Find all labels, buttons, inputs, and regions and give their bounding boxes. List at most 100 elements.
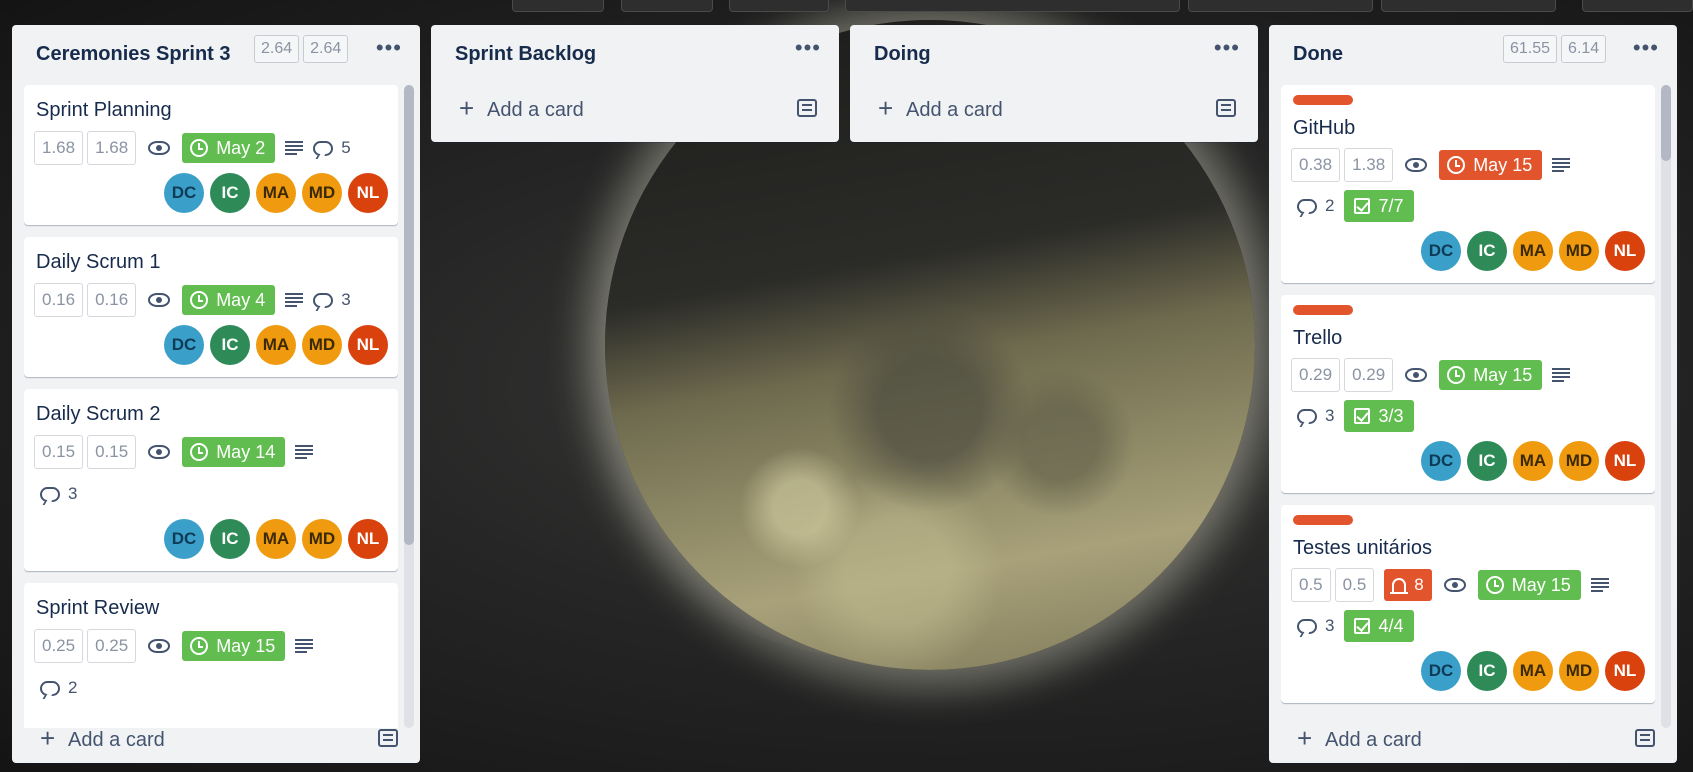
card-template-icon[interactable] xyxy=(378,729,398,747)
card-points: 1.68 1.68 xyxy=(34,131,137,165)
checklist-icon xyxy=(1354,618,1371,634)
due-date: May 14 xyxy=(216,441,276,462)
avatar[interactable]: MA xyxy=(1513,651,1553,691)
watch-icon xyxy=(148,639,171,653)
due-date-badge[interactable]: May 15 xyxy=(1477,570,1581,600)
avatar[interactable]: DC xyxy=(1421,651,1461,691)
comment-count: 2 xyxy=(1325,196,1335,215)
points-badge: 1.68 xyxy=(34,131,84,165)
avatar[interactable]: IC xyxy=(210,325,250,365)
card-badges: 0.38 1.38 May 15 2 7/7 xyxy=(1291,148,1615,222)
avatar[interactable]: DC xyxy=(1421,231,1461,271)
avatar[interactable]: DC xyxy=(164,173,204,213)
avatar[interactable]: MA xyxy=(256,325,296,365)
due-date-badge[interactable]: May 14 xyxy=(182,437,286,467)
header-button[interactable] xyxy=(621,0,713,12)
due-date-badge[interactable]: May 15 xyxy=(1439,150,1543,180)
avatar[interactable]: NL xyxy=(348,173,388,213)
header-button[interactable] xyxy=(512,0,604,12)
avatar[interactable]: NL xyxy=(1605,231,1645,271)
avatar[interactable]: IC xyxy=(1467,651,1507,691)
avatar[interactable]: NL xyxy=(1605,441,1645,481)
card-template-icon[interactable] xyxy=(1635,729,1655,747)
avatar[interactable]: IC xyxy=(1467,231,1507,271)
scrollbar-thumb[interactable] xyxy=(404,85,414,545)
list-title[interactable]: Sprint Backlog xyxy=(455,43,596,66)
add-card-button[interactable]: + Add a card xyxy=(431,87,839,133)
card-members: DC IC MA MD NL xyxy=(164,519,388,559)
card-sprint-review[interactable]: Sprint Review 0.25 0.25 May 15 2 xyxy=(24,583,398,728)
card-sprint-planning[interactable]: Sprint Planning 1.68 1.68 May 2 5 DC IC … xyxy=(24,85,398,225)
due-date-badge[interactable]: May 2 xyxy=(182,133,276,163)
avatar[interactable]: MD xyxy=(1559,231,1599,271)
avatar[interactable]: MA xyxy=(1513,441,1553,481)
description-icon xyxy=(1552,368,1571,382)
points-badge: 6.14 xyxy=(1561,35,1607,63)
header-button[interactable] xyxy=(845,0,1180,12)
header-button[interactable] xyxy=(1381,0,1556,12)
avatar[interactable]: MA xyxy=(256,519,296,559)
list-menu-icon[interactable]: ••• xyxy=(1214,35,1240,61)
scrollbar-thumb[interactable] xyxy=(1661,85,1671,161)
card-template-icon[interactable] xyxy=(1216,99,1236,117)
points-badge: 61.55 xyxy=(1503,35,1558,63)
card-trello[interactable]: Trello 0.29 0.29 May 15 3 3/3 DC IC MA M… xyxy=(1281,295,1655,493)
avatar[interactable]: DC xyxy=(164,519,204,559)
avatar[interactable]: MD xyxy=(302,325,342,365)
avatar[interactable]: DC xyxy=(1421,441,1461,481)
card-testes-unitarios[interactable]: Testes unitários 0.5 0.5 8 May 15 3 4/4 … xyxy=(1281,505,1655,703)
notification-count: 8 xyxy=(1414,575,1424,594)
checklist-badge: 3/3 xyxy=(1344,400,1414,432)
avatar[interactable]: DC xyxy=(164,325,204,365)
due-date-badge[interactable]: May 15 xyxy=(1439,360,1543,390)
avatar[interactable]: NL xyxy=(348,325,388,365)
points-badge: 0.15 xyxy=(87,435,137,469)
card-label[interactable] xyxy=(1293,305,1353,315)
avatar[interactable]: NL xyxy=(1605,651,1645,691)
due-date: May 15 xyxy=(1511,574,1571,595)
due-date: May 15 xyxy=(1473,364,1533,385)
card-daily-scrum-2[interactable]: Daily Scrum 2 0.15 0.15 May 14 3 DC IC M… xyxy=(24,389,398,571)
add-card-label: Add a card xyxy=(487,99,584,121)
add-card-button[interactable]: + Add a card xyxy=(850,87,1258,133)
avatar[interactable]: MD xyxy=(302,173,342,213)
header-button[interactable] xyxy=(1188,0,1373,12)
avatar[interactable]: IC xyxy=(210,519,250,559)
list-menu-icon[interactable]: ••• xyxy=(1633,35,1659,61)
list-title[interactable]: Ceremonies Sprint 3 xyxy=(36,43,231,66)
card-label[interactable] xyxy=(1293,515,1353,525)
card-label[interactable] xyxy=(1293,95,1353,105)
card-container: Sprint Planning 1.68 1.68 May 2 5 DC IC … xyxy=(24,85,398,728)
header-button[interactable] xyxy=(1582,0,1693,12)
avatar[interactable]: MA xyxy=(256,173,296,213)
avatar[interactable]: IC xyxy=(1467,441,1507,481)
points-badge: 2.64 xyxy=(254,35,300,63)
checklist-badge: 7/7 xyxy=(1344,190,1414,222)
add-card-button[interactable]: + Add a card xyxy=(12,717,420,763)
avatar[interactable]: MD xyxy=(1559,651,1599,691)
avatar[interactable]: NL xyxy=(348,519,388,559)
list-scrollbar[interactable] xyxy=(1661,85,1671,728)
due-date-badge[interactable]: May 15 xyxy=(182,631,286,661)
card-github[interactable]: GitHub 0.38 1.38 May 15 2 7/7 DC IC MA M… xyxy=(1281,85,1655,283)
avatar[interactable]: IC xyxy=(210,173,250,213)
list-menu-icon[interactable]: ••• xyxy=(795,35,821,61)
avatar[interactable]: MD xyxy=(302,519,342,559)
list-menu-icon[interactable]: ••• xyxy=(376,35,402,61)
comment-icon xyxy=(40,680,60,696)
list-title[interactable]: Done xyxy=(1293,43,1343,66)
checklist-icon xyxy=(1354,198,1371,214)
due-date-badge[interactable]: May 4 xyxy=(182,285,276,315)
description-icon xyxy=(285,141,304,155)
description-icon xyxy=(295,639,314,653)
list-scrollbar[interactable] xyxy=(404,85,414,728)
list-title[interactable]: Doing xyxy=(874,43,931,66)
card-points: 0.38 1.38 xyxy=(1291,148,1394,182)
card-template-icon[interactable] xyxy=(797,99,817,117)
avatar[interactable]: MA xyxy=(1513,231,1553,271)
card-badges: 1.68 1.68 May 2 5 xyxy=(34,131,388,165)
avatar[interactable]: MD xyxy=(1559,441,1599,481)
header-button[interactable] xyxy=(729,0,829,12)
add-card-button[interactable]: + Add a card xyxy=(1269,717,1677,763)
card-daily-scrum-1[interactable]: Daily Scrum 1 0.16 0.16 May 4 3 DC IC MA… xyxy=(24,237,398,377)
